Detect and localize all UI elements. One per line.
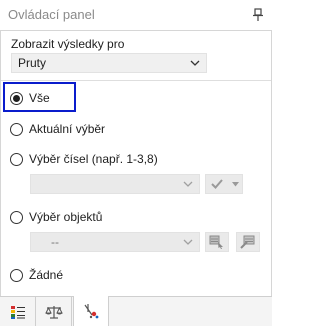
radio-number-selection-button[interactable]	[10, 152, 23, 166]
chevron-down-icon	[183, 239, 193, 245]
color-scale-icon	[10, 305, 25, 319]
radio-none[interactable]: Žádné	[10, 268, 63, 282]
result-type-value: Pruty	[18, 56, 47, 70]
number-selection-combo[interactable]	[30, 174, 200, 194]
object-selection-combo[interactable]: --	[30, 232, 200, 252]
radio-selected-dot	[13, 94, 20, 102]
tab-color-scale[interactable]	[0, 297, 36, 326]
title-bar: Ovládací panel	[0, 0, 272, 30]
checkmark-icon	[211, 179, 223, 189]
display-results-label: Zobrazit výsledky pro	[11, 37, 125, 51]
chevron-down-icon	[232, 181, 239, 186]
tab-bar	[0, 296, 272, 326]
pin-button[interactable]	[244, 0, 272, 30]
object-combo-value: --	[51, 235, 59, 249]
section-divider	[1, 80, 271, 81]
radio-none-label: Žádné	[29, 268, 64, 282]
balance-scale-icon	[44, 305, 63, 319]
pin-icon	[253, 8, 263, 21]
radio-current-selection-button[interactable]	[10, 122, 23, 136]
edit-objects-icon	[240, 235, 255, 249]
chevron-down-icon	[183, 181, 193, 187]
tab-filter[interactable]	[73, 296, 109, 326]
radio-object-selection-label: Výběr objektů	[29, 210, 103, 224]
chevron-down-icon	[190, 60, 200, 66]
radio-none-button[interactable]	[10, 268, 23, 282]
panel-title: Ovládací panel	[8, 7, 95, 22]
pick-objects-button[interactable]	[205, 232, 229, 252]
apply-selection-button[interactable]	[205, 174, 243, 194]
radio-current-selection[interactable]: Aktuální výběr	[10, 122, 105, 136]
radio-number-selection-label: Výběr čísel (např. 1-3,8)	[29, 152, 158, 166]
pick-objects-icon	[209, 235, 223, 249]
filter-members-icon	[84, 304, 99, 319]
radio-all-label: Vše	[29, 91, 50, 105]
result-type-dropdown[interactable]: Pruty	[11, 53, 207, 73]
radio-number-selection[interactable]: Výběr čísel (např. 1-3,8)	[10, 152, 158, 166]
radio-object-selection-button[interactable]	[10, 210, 23, 224]
edit-objects-button[interactable]	[236, 232, 260, 252]
radio-current-selection-label: Aktuální výběr	[29, 122, 106, 136]
tab-balance[interactable]	[36, 297, 72, 326]
radio-all-button[interactable]	[10, 91, 23, 105]
radio-all[interactable]: Vše	[10, 91, 50, 105]
radio-object-selection[interactable]: Výběr objektů	[10, 210, 102, 224]
